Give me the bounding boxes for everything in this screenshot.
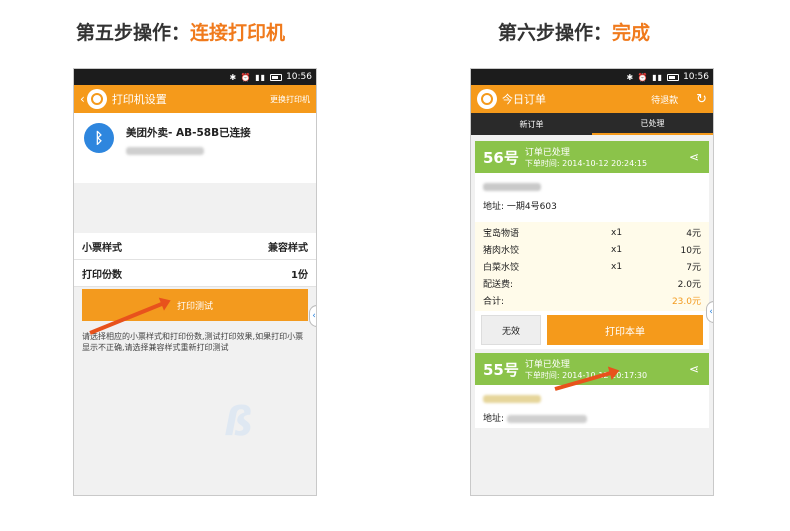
back-arrow-icon[interactable]: ‹ xyxy=(80,92,85,106)
setting-row-print-copies[interactable]: 打印份数 1份 xyxy=(74,260,316,287)
item-price: 4元 xyxy=(686,229,701,239)
order-status: 订单已处理 xyxy=(524,360,570,370)
order-status: 订单已处理 xyxy=(524,148,570,158)
order-info: 地址: xyxy=(475,385,709,428)
share-icon[interactable]: ⋖ xyxy=(689,150,699,164)
delivery-price: 2.0元 xyxy=(677,280,701,290)
order-header: 56号 订单已处理 下单时间: 2014-10-12 20:24:15 ⋖ xyxy=(475,141,709,173)
status-icons: ✱ ⏰ ▮▮ xyxy=(626,72,664,82)
delivery-fee-row: 配送费: 2.0元 xyxy=(483,275,701,292)
setting-label: 打印份数 xyxy=(82,269,122,281)
device-card: ᛒ 美团外卖- AB-58B已连接 xyxy=(74,113,316,183)
list-item: 宝岛物语 x1 4元 xyxy=(483,224,701,241)
print-hint-text: 请选择相应的小票样式和打印份数,测试打印效果,如果打印小票显示不正确,请选择兼容… xyxy=(82,332,304,352)
print-order-button[interactable]: 打印本单 xyxy=(547,315,703,345)
app-bar: 今日订单 待退款 ↻ xyxy=(471,85,713,113)
setting-row-ticket-style[interactable]: 小票样式 兼容样式 xyxy=(74,233,316,260)
order-number: 56号 xyxy=(483,148,519,167)
status-time: 10:56 xyxy=(683,72,709,82)
page-title: 打印机设置 xyxy=(111,93,167,106)
status-bar: ✱ ⏰ ▮▮ 10:56 xyxy=(471,69,713,85)
bluetooth-icon: ᛒ xyxy=(84,123,114,153)
total-row: 合计: 23.0元 xyxy=(483,292,701,309)
refresh-icon[interactable]: ↻ xyxy=(696,92,707,107)
setting-value: 兼容样式 xyxy=(268,242,308,254)
order-actions: 无效 打印本单 xyxy=(475,311,709,349)
right-phone-screen: ✱ ⏰ ▮▮ 10:56 今日订单 待退款 ↻ 新订单 已处理 56号 订单已处… xyxy=(470,68,714,496)
device-mac-blurred xyxy=(126,147,204,155)
total-label: 合计: xyxy=(483,297,505,307)
print-test-button[interactable]: 打印测试 xyxy=(82,289,308,321)
battery-icon xyxy=(667,73,680,81)
side-collapse-icon[interactable]: ‹ xyxy=(309,305,316,327)
step6-title: 第六步操作：完成 xyxy=(498,18,650,45)
item-qty: x1 xyxy=(611,227,623,238)
item-qty: x1 xyxy=(611,261,623,272)
order-number: 55号 xyxy=(483,360,519,379)
setting-label: 小票样式 xyxy=(82,242,122,254)
order-card-55: 55号 订单已处理 下单时间: 2014-10-12 20:17:30 ⋖ 地址… xyxy=(475,353,709,428)
order-address: 地址: xyxy=(483,411,701,424)
status-bar: ✱ ⏰ ▮▮ 10:56 xyxy=(74,69,316,85)
step5-prefix: 第五步操作： xyxy=(76,22,191,44)
app-bar: ‹ 打印机设置 更换打印机 xyxy=(74,85,316,113)
left-phone-screen: ✱ ⏰ ▮▮ 10:56 ‹ 打印机设置 更换打印机 ᛒ 美团外卖- AB-58… xyxy=(73,68,317,496)
item-price: 7元 xyxy=(686,263,701,273)
page-title: 今日订单 xyxy=(502,93,546,106)
setting-value: 1份 xyxy=(291,269,308,281)
side-collapse-icon[interactable]: ‹ xyxy=(706,301,713,323)
tab-processed[interactable]: 已处理 xyxy=(592,113,713,135)
step5-title: 第五步操作：连接打印机 xyxy=(76,18,285,45)
list-item: 白菜水饺 x1 7元 xyxy=(483,258,701,275)
total-price: 23.0元 xyxy=(671,297,701,307)
step5-highlight: 连接打印机 xyxy=(190,22,286,44)
watermark-logo: ß xyxy=(224,399,253,445)
void-button[interactable]: 无效 xyxy=(481,315,541,345)
delivery-label: 配送费: xyxy=(483,280,514,290)
step6-prefix: 第六步操作： xyxy=(498,22,613,44)
order-address: 地址: 一期4号603 xyxy=(483,202,557,212)
order-items: 宝岛物语 x1 4元 猪肉水饺 x1 10元 白菜水饺 x1 7元 配送费: 2… xyxy=(475,222,709,311)
order-time: 下单时间: 2014-10-12 20:24:15 xyxy=(524,159,648,168)
settings-list: 小票样式 兼容样式 打印份数 1份 xyxy=(74,233,316,287)
item-name: 宝岛物语 xyxy=(483,229,520,239)
app-logo-icon xyxy=(477,89,497,109)
change-printer-button[interactable]: 更换打印机 xyxy=(270,94,310,105)
order-tabs: 新订单 已处理 xyxy=(471,113,713,135)
item-price: 10元 xyxy=(680,246,701,256)
customer-phone-blurred xyxy=(483,395,541,403)
status-icons: ✱ ⏰ ▮▮ xyxy=(229,72,267,82)
status-time: 10:56 xyxy=(286,72,312,82)
app-logo-icon xyxy=(86,89,107,109)
customer-phone-blurred xyxy=(483,183,541,191)
order-card-56: 56号 订单已处理 下单时间: 2014-10-12 20:24:15 ⋖ 地址… xyxy=(475,141,709,349)
pending-refund-link[interactable]: 待退款 xyxy=(651,93,678,106)
item-qty: x1 xyxy=(611,244,623,255)
tab-new-orders[interactable]: 新订单 xyxy=(471,113,592,135)
order-info: 地址: 一期4号603 xyxy=(475,173,709,216)
share-icon[interactable]: ⋖ xyxy=(689,362,699,376)
item-name: 猪肉水饺 xyxy=(483,246,520,256)
device-name: 美团外卖- AB-58B已连接 xyxy=(126,127,251,139)
list-item: 猪肉水饺 x1 10元 xyxy=(483,241,701,258)
step6-highlight: 完成 xyxy=(612,22,651,44)
item-name: 白菜水饺 xyxy=(483,263,520,273)
battery-icon xyxy=(270,73,283,81)
